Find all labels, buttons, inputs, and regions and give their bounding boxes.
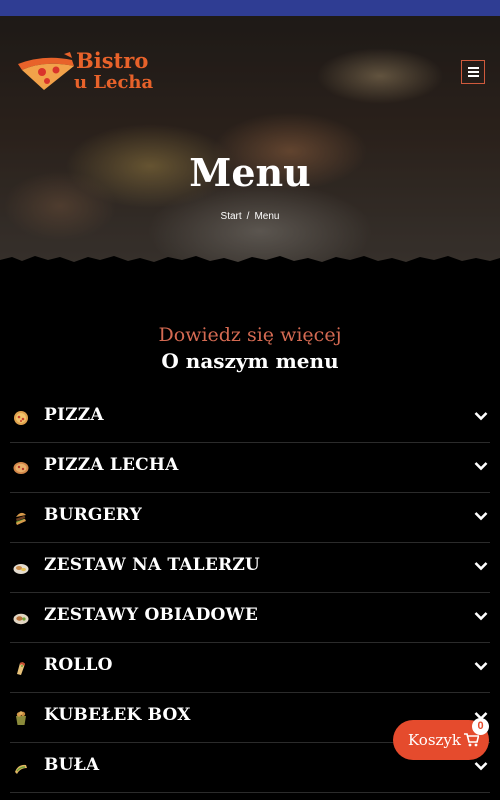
breadcrumb-separator: / <box>246 211 250 222</box>
hamburger-line <box>468 71 479 73</box>
breadcrumb-link-start[interactable]: Start <box>221 211 242 222</box>
category-zestawy-obiadowe[interactable]: ZESTAWY OBIADOWE <box>10 593 490 643</box>
plate-icon <box>13 564 29 574</box>
category-label: PIZZA LECHA <box>44 455 179 475</box>
chevron-down-icon[interactable] <box>474 461 488 471</box>
section-subtitle: Dowiedz się więcej <box>158 324 342 346</box>
chevron-down-icon[interactable] <box>474 661 488 671</box>
chevron-down-icon[interactable] <box>474 561 488 571</box>
hamburger-line <box>468 75 479 77</box>
logo-text-bistro: Bistro <box>76 48 149 73</box>
category-pizza-lecha[interactable]: PIZZA LECHA <box>10 443 490 493</box>
hamburger-icon <box>468 67 479 69</box>
burger-icon <box>15 512 26 525</box>
bun-icon <box>15 764 27 774</box>
top-bar <box>0 0 500 16</box>
category-label: ZESTAWY OBIADOWE <box>44 605 258 625</box>
menu-toggle-button[interactable] <box>461 60 485 84</box>
bucket-icon <box>16 711 26 725</box>
wrap-icon <box>17 662 25 675</box>
chevron-down-icon[interactable] <box>474 511 488 521</box>
pizza-icon <box>13 462 29 474</box>
cart-count-badge: 0 <box>472 718 489 735</box>
cart-icon <box>464 733 479 747</box>
category-label: ROLLO <box>44 655 113 675</box>
section-title: O naszym menu <box>161 349 339 373</box>
dinner-icon <box>13 613 29 625</box>
chevron-down-icon[interactable] <box>474 761 488 771</box>
hero-torn-edge <box>0 256 500 268</box>
category-label: PIZZA <box>44 405 104 425</box>
page-title: Menu <box>189 150 311 195</box>
category-zestaw-na-talerzu[interactable]: ZESTAW NA TALERZU <box>10 543 490 593</box>
chevron-down-icon[interactable] <box>474 611 488 621</box>
category-label: BUŁA <box>44 755 100 775</box>
cart-label: Koszyk <box>408 731 461 749</box>
breadcrumb-current: Menu <box>254 211 280 222</box>
bistro-logo[interactable]: Bistro u Lecha <box>14 48 164 96</box>
category-label: BURGERY <box>44 505 142 525</box>
logo-text-u-lecha: u Lecha <box>74 72 154 93</box>
category-label: KUBEŁEK BOX <box>44 705 191 725</box>
pizza-icon <box>14 411 28 425</box>
pizza-slice-icon <box>18 52 74 90</box>
breadcrumb: Start / Menu <box>0 211 500 222</box>
chevron-down-icon[interactable] <box>474 411 488 421</box>
category-label: ZESTAW NA TALERZU <box>44 555 260 575</box>
category-rollo[interactable]: ROLLO <box>10 643 490 693</box>
category-burgery[interactable]: BURGERY <box>10 493 490 543</box>
category-pizza[interactable]: PIZZA <box>10 393 490 443</box>
